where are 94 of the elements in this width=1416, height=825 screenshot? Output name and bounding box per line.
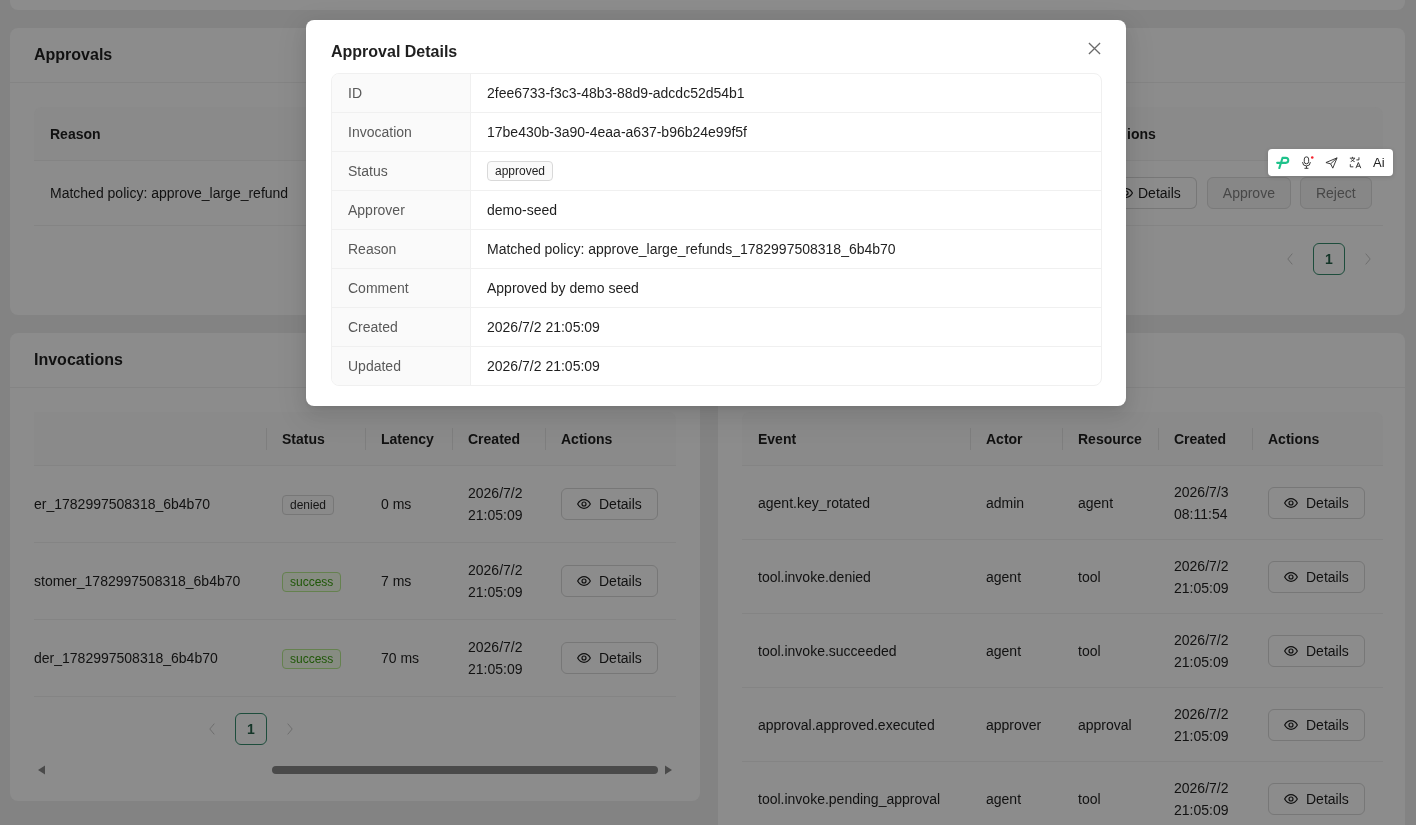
column-header: Actor xyxy=(986,429,1023,449)
field-label: Created xyxy=(348,319,398,335)
details-button[interactable]: Details xyxy=(1268,486,1365,519)
table-cell: der_1782997508318_6b4b70 xyxy=(34,650,218,666)
field-value: 17be430b-3a90-4eaa-a637-b96b24e99f5f xyxy=(487,124,747,140)
details-button[interactable]: Details xyxy=(1126,177,1197,209)
details-button[interactable]: Details xyxy=(1268,560,1365,593)
table-cell-text: 2026/7/2 21:05:09 xyxy=(1174,630,1230,672)
column-header: ions xyxy=(1127,125,1156,142)
dialog-title: Approval Details xyxy=(331,42,458,62)
details-button[interactable]: Details xyxy=(561,488,658,520)
field-label: Reason xyxy=(348,241,397,257)
status-tag: success xyxy=(282,572,342,592)
table-cell: approval.approved.executed xyxy=(758,716,935,733)
eye-icon xyxy=(1284,497,1298,508)
table-cell: tool.invoke.succeeded xyxy=(758,642,897,659)
column-header: Created xyxy=(468,429,521,449)
table-cell-text: 2026/7/2 21:05:09 xyxy=(1174,556,1230,598)
table-cell: 0 ms xyxy=(381,496,412,512)
column-header: Event xyxy=(758,429,797,449)
table-cell: approval xyxy=(1078,716,1132,733)
field-value: 2fee6733-f3c3-48b3-88d9-adcdc52d54b1 xyxy=(487,85,745,101)
table-cell: admin xyxy=(986,494,1025,511)
table-cell: agent xyxy=(1078,494,1114,511)
table-cell-text: 2026/7/2 21:05:09 xyxy=(1174,704,1230,746)
chevron-left-icon xyxy=(1287,253,1293,265)
details-button[interactable]: Details xyxy=(561,642,658,674)
column-header: Status xyxy=(282,429,325,449)
table-cell: 7 ms xyxy=(381,573,412,589)
details-button[interactable]: Details xyxy=(1268,634,1365,667)
table-cell: agent xyxy=(986,790,1022,807)
table-cell-text: 2026/7/2 21:05:09 xyxy=(468,484,524,525)
eye-icon xyxy=(577,499,591,509)
field-label: Status xyxy=(348,163,388,179)
field-label: Invocation xyxy=(348,124,412,140)
panel-title: Invocations xyxy=(34,350,123,370)
details-button[interactable]: Details xyxy=(561,565,658,597)
eye-icon xyxy=(1284,645,1298,656)
close-icon xyxy=(1088,42,1101,55)
status-tag: success xyxy=(282,649,342,669)
microphone-icon[interactable] xyxy=(1301,156,1314,169)
page-button[interactable]: 1 xyxy=(235,713,267,745)
eye-icon xyxy=(1284,719,1298,730)
table-cell-text: 2026/7/2 21:05:09 xyxy=(468,561,524,602)
field-label: Comment xyxy=(348,280,409,296)
table-cell-text: 2026/7/2 21:05:09 xyxy=(468,638,524,679)
field-value: Matched policy: approve_large_refunds_1782997508318_6b4b70 xyxy=(487,241,896,257)
field-value: demo-seed xyxy=(487,202,558,218)
status-tag: approved xyxy=(487,161,554,181)
field-value: Approved by demo seed xyxy=(487,280,639,296)
details-button[interactable]: Details xyxy=(1268,708,1365,741)
table-cell: agent.key_rotated xyxy=(758,494,871,511)
page-button[interactable]: 1 xyxy=(1313,243,1345,275)
field-label: Updated xyxy=(348,358,401,374)
translate-icon[interactable] xyxy=(1349,156,1362,169)
chevron-right-icon xyxy=(287,723,293,735)
field-label: ID xyxy=(348,85,362,101)
column-header: Latency xyxy=(381,429,434,449)
table-cell: Matched policy: approve_large_refund xyxy=(50,185,289,201)
table-cell: tool xyxy=(1078,790,1101,807)
column-header: Actions xyxy=(561,429,613,449)
status-tag: denied xyxy=(282,495,335,515)
details-button[interactable]: Details xyxy=(1268,782,1365,815)
table-cell-text: 2026/7/2 21:05:09 xyxy=(1174,778,1230,820)
table-cell-text: 2026/7/3 08:11:54 xyxy=(1174,482,1230,524)
field-value: 2026/7/2 21:05:09 xyxy=(487,358,600,374)
table-cell: agent xyxy=(986,642,1022,659)
close-button[interactable] xyxy=(1088,42,1101,55)
eye-icon xyxy=(577,653,591,663)
table-cell: tool.invoke.denied xyxy=(758,568,871,585)
eye-icon xyxy=(1284,571,1298,582)
table-cell: tool.invoke.pending_approval xyxy=(758,790,941,807)
eye-icon xyxy=(1284,793,1298,804)
table-cell: er_1782997508318_6b4b70 xyxy=(34,496,210,512)
table-cell: tool xyxy=(1078,642,1101,659)
column-header: Actions xyxy=(1268,429,1320,449)
field-label: Approver xyxy=(348,202,405,218)
table-cell: tool xyxy=(1078,568,1101,585)
send-icon[interactable] xyxy=(1325,156,1338,169)
table-cell: stomer_1782997508318_6b4b70 xyxy=(34,573,241,589)
ai-button[interactable]: Ai xyxy=(1373,155,1385,170)
column-header: Resource xyxy=(1078,429,1142,449)
table-cell: approver xyxy=(986,716,1042,733)
table-cell: agent xyxy=(986,568,1022,585)
field-value: 2026/7/2 21:05:09 xyxy=(487,319,600,335)
eye-icon xyxy=(1126,188,1133,198)
column-header: Reason xyxy=(50,125,101,142)
column-header: Created xyxy=(1174,429,1227,449)
panel-title: Approvals xyxy=(34,45,113,65)
chevron-left-icon xyxy=(209,723,215,735)
eye-icon xyxy=(577,576,591,586)
logo-icon[interactable] xyxy=(1276,156,1290,169)
table-cell: 70 ms xyxy=(381,650,420,666)
chevron-right-icon xyxy=(1365,253,1371,265)
